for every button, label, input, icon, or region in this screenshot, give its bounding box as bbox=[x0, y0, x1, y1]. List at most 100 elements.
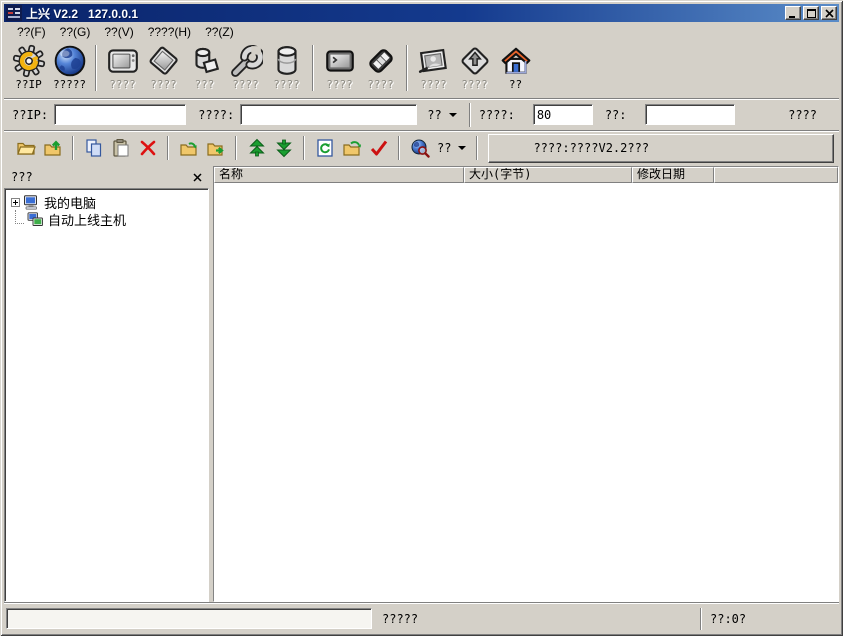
open-folder-button[interactable] bbox=[12, 135, 39, 161]
column-header-size[interactable]: 大小(字节) bbox=[464, 167, 632, 183]
toolbar-button-capture[interactable]: ???? bbox=[413, 43, 454, 92]
online-hosts-icon bbox=[27, 212, 44, 227]
menu-help[interactable]: ????(H) bbox=[141, 24, 198, 40]
folder-up-icon bbox=[43, 140, 61, 156]
download-button[interactable] bbox=[270, 135, 297, 161]
column-header-extra[interactable] bbox=[714, 167, 838, 183]
download-icon bbox=[275, 139, 292, 158]
progress-bar bbox=[6, 608, 372, 629]
toolbar-button-settings[interactable]: ???? bbox=[225, 43, 266, 92]
tree-connector bbox=[15, 209, 24, 224]
password-label: ??: bbox=[604, 107, 627, 122]
chevron-down-icon bbox=[448, 112, 457, 117]
toolbar-message: ????:????V2.2??? bbox=[533, 141, 650, 155]
menu-file[interactable]: ??(F) bbox=[10, 24, 53, 40]
upload-icon bbox=[248, 138, 265, 157]
toolbar-message-panel: ????:????V2.2??? bbox=[488, 133, 834, 163]
copy-button[interactable] bbox=[80, 135, 107, 161]
photo-icon bbox=[417, 44, 451, 78]
terminal-icon bbox=[323, 44, 357, 78]
file-list-body[interactable] bbox=[214, 183, 838, 601]
globe-icon bbox=[53, 44, 87, 78]
cylinder-page-icon bbox=[188, 44, 222, 78]
mode-dropdown-label: ?? bbox=[427, 107, 442, 122]
mode-dropdown[interactable]: ?? bbox=[423, 106, 460, 124]
upload-button[interactable] bbox=[243, 135, 270, 161]
menu-view[interactable]: ??(V) bbox=[97, 24, 140, 40]
database-icon bbox=[270, 44, 304, 78]
connect-button[interactable]: ???? bbox=[788, 108, 817, 122]
target-ip-input[interactable] bbox=[54, 104, 187, 125]
folder-go-button[interactable] bbox=[338, 135, 365, 161]
toolbar-button-scan-ip[interactable]: ??IP bbox=[8, 43, 49, 92]
toolbar-button-label: ???? bbox=[232, 78, 259, 91]
sidebar-close-button[interactable] bbox=[189, 170, 205, 185]
folder-in-icon bbox=[179, 142, 197, 156]
toolbar-button-shell[interactable]: ???? bbox=[319, 43, 360, 92]
close-button[interactable] bbox=[821, 6, 837, 20]
minimize-icon bbox=[789, 16, 795, 18]
status-bar: ????? ??:0? bbox=[4, 602, 839, 634]
maximize-icon bbox=[806, 8, 816, 18]
port-input[interactable] bbox=[532, 104, 593, 125]
folder-up-button[interactable] bbox=[39, 135, 66, 161]
toolbar-separator bbox=[406, 45, 408, 91]
folder-in-button[interactable] bbox=[175, 135, 202, 161]
minimize-button[interactable] bbox=[785, 6, 801, 20]
toolbar-button-net-search[interactable]: ????? bbox=[49, 43, 90, 92]
gear-ip-icon bbox=[12, 44, 46, 78]
toolbar-separator bbox=[312, 45, 314, 91]
connect-bar: ??IP: ????: ?? ????: ??: ???? bbox=[4, 98, 839, 130]
password-input[interactable] bbox=[644, 104, 735, 125]
confirm-button[interactable] bbox=[365, 135, 392, 161]
toolbar-button-label: ???? bbox=[326, 78, 353, 91]
file-list-header: 名称 大小(字节) 修改日期 bbox=[214, 167, 838, 183]
main-toolbar: ??IP ????? ???? ???? ??? ???? ???? ???? … bbox=[4, 41, 839, 97]
tree-item-my-computer[interactable]: 我的电脑 bbox=[7, 194, 206, 212]
domain-input[interactable] bbox=[240, 104, 418, 125]
folder-out-button[interactable] bbox=[202, 135, 229, 161]
app-logo-icon bbox=[6, 5, 22, 21]
domain-label: ????: bbox=[198, 107, 235, 122]
toolbar-separator bbox=[167, 136, 169, 160]
toolbar-button-process[interactable]: ??? bbox=[184, 43, 225, 92]
folder-go-icon bbox=[342, 141, 361, 156]
column-header-name[interactable]: 名称 bbox=[214, 167, 464, 183]
toolbar-separator bbox=[468, 102, 471, 127]
monitor-icon bbox=[106, 44, 140, 78]
title-bar[interactable]: 上兴 V2.2 127.0.0.1 bbox=[4, 4, 839, 22]
chevron-down-icon bbox=[458, 146, 467, 150]
close-icon bbox=[824, 8, 834, 18]
toolbar-separator bbox=[235, 136, 237, 160]
delete-button[interactable] bbox=[134, 135, 161, 161]
toolbar-button-registry[interactable]: ???? bbox=[266, 43, 307, 92]
toolbar-button-home[interactable]: ?? bbox=[495, 43, 536, 92]
file-toolbar: ?? ????:????V2.2??? bbox=[4, 130, 839, 165]
delete-icon bbox=[140, 140, 155, 156]
refresh-button[interactable] bbox=[311, 135, 338, 161]
toolbar-button-files[interactable]: ???? bbox=[143, 43, 184, 92]
folder-open-icon bbox=[16, 142, 36, 155]
toolbar-button-update[interactable]: ???? bbox=[454, 43, 495, 92]
web-search-dropdown[interactable]: ?? bbox=[406, 136, 470, 160]
tree-expander-icon[interactable] bbox=[11, 198, 20, 207]
tree-item-label: 自动上线主机 bbox=[48, 214, 127, 229]
paste-button[interactable] bbox=[107, 135, 134, 161]
toolbar-button-label: ??IP bbox=[15, 78, 42, 91]
web-search-icon bbox=[411, 139, 430, 158]
column-header-date[interactable]: 修改日期 bbox=[632, 167, 714, 183]
target-ip-label: ??IP: bbox=[12, 107, 49, 122]
toolbar-separator bbox=[72, 136, 74, 160]
menu-tools[interactable]: ??(G) bbox=[53, 24, 98, 40]
tree-item-online-hosts[interactable]: 自动上线主机 bbox=[7, 209, 206, 229]
menu-bar: ??(F) ??(G) ??(V) ????(H) ??(Z) bbox=[4, 23, 839, 41]
port-label: ????: bbox=[478, 107, 515, 122]
main-area: ??? 我的电脑 自动上线主机 名称 大小(字节) 修改日期 bbox=[4, 166, 839, 602]
toolbar-button-keylog[interactable]: ???? bbox=[360, 43, 401, 92]
maximize-button[interactable] bbox=[803, 6, 819, 20]
home-icon bbox=[499, 44, 533, 78]
menu-about[interactable]: ??(Z) bbox=[198, 24, 241, 40]
toolbar-button-screen[interactable]: ???? bbox=[102, 43, 143, 92]
floppy-tilted-icon bbox=[147, 44, 181, 78]
folder-out-icon bbox=[206, 143, 224, 156]
